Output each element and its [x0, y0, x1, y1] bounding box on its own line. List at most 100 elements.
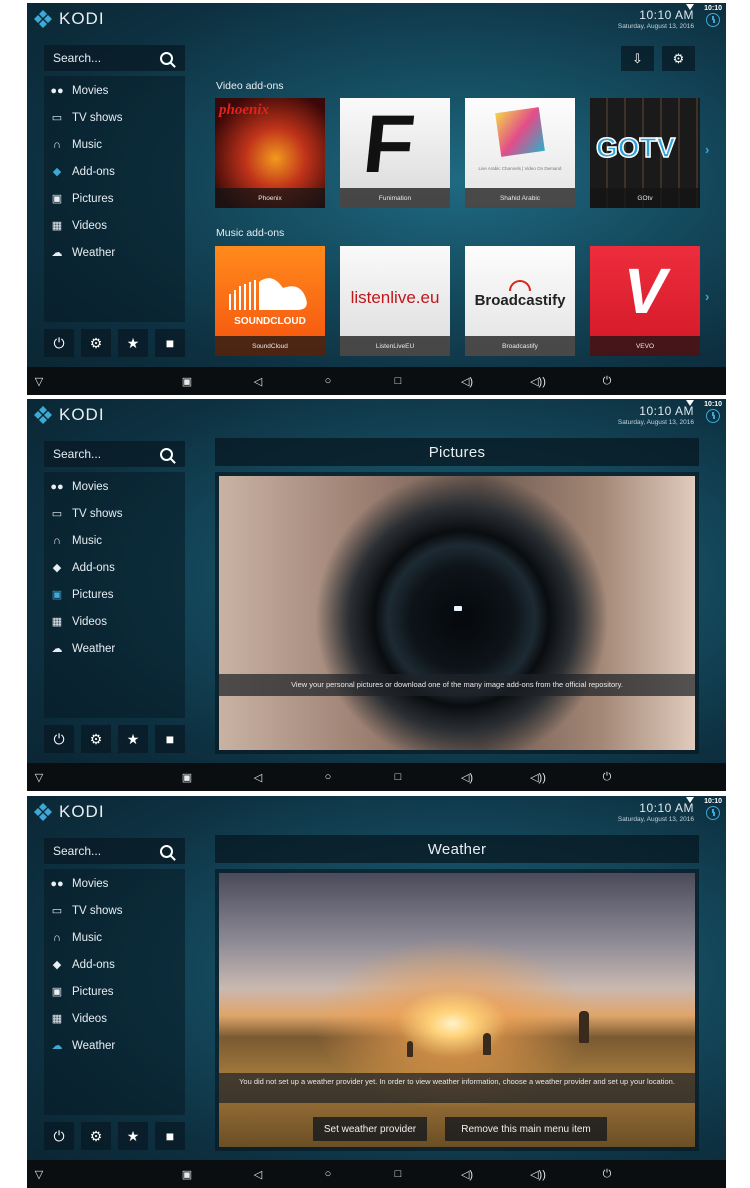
- search-box[interactable]: Search...: [44, 441, 185, 467]
- movies-icon: ●●: [50, 877, 64, 890]
- search-box[interactable]: Search...: [44, 838, 185, 864]
- power-nav-button[interactable]: ⏻: [599, 763, 615, 791]
- settings-button[interactable]: ⚙: [81, 329, 111, 357]
- favourites-button[interactable]: ★: [118, 725, 148, 753]
- page-title: Pictures: [215, 438, 699, 466]
- recents-button[interactable]: □: [390, 1160, 406, 1188]
- gear-icon: ⚙: [89, 1127, 103, 1144]
- lens-reflection: [454, 606, 462, 611]
- menu-item-tv-shows[interactable]: ▭ TV shows: [44, 500, 185, 527]
- volume-down-button[interactable]: ◁): [459, 1160, 475, 1188]
- favourites-button[interactable]: ★: [118, 329, 148, 357]
- addon-tile-funimation[interactable]: F Funimation: [340, 98, 450, 208]
- menu-item-weather[interactable]: ☁ Weather: [44, 1032, 185, 1059]
- listenlive-logo-text: listenlive.eu: [350, 288, 440, 307]
- chevron-right-icon[interactable]: ›: [705, 142, 709, 157]
- menu-item-movies[interactable]: ●● Movies: [44, 473, 185, 500]
- home-button[interactable]: ○: [320, 367, 336, 395]
- volume-up-button[interactable]: ◁)): [529, 763, 547, 791]
- menu-item-videos[interactable]: ▦ Videos: [44, 608, 185, 635]
- menu-item-tv-shows[interactable]: ▭ TV shows: [44, 104, 185, 131]
- settings-button[interactable]: ⚙: [81, 725, 111, 753]
- kodi-addons-screen: KODI 10:10 10:10 AM Saturday, August 13,…: [27, 3, 726, 395]
- menu-item-tv-shows[interactable]: ▭ TV shows: [44, 897, 185, 924]
- clock-icon: [706, 13, 720, 27]
- menu-item-label: Weather: [72, 246, 116, 259]
- menu-item-weather[interactable]: ☁ Weather: [44, 635, 185, 662]
- addon-tile-soundcloud[interactable]: SOUNDCLOUD SoundCloud: [215, 246, 325, 356]
- shahid-logo: [495, 107, 545, 157]
- set-weather-provider-button[interactable]: Set weather provider: [313, 1117, 427, 1141]
- menu-item-addons[interactable]: ◆ Add-ons: [44, 554, 185, 581]
- system-clock: 10:10: [704, 401, 722, 408]
- addon-caption: Broadcastify: [465, 336, 575, 356]
- back-button[interactable]: ◁: [250, 367, 266, 395]
- hide-nav-button[interactable]: ▽: [31, 763, 47, 791]
- back-button[interactable]: ◁: [250, 763, 266, 791]
- volume-down-icon: ◁): [460, 771, 474, 784]
- recents-button[interactable]: □: [390, 367, 406, 395]
- addons-settings-button[interactable]: ⚙: [662, 46, 695, 71]
- back-icon: ◁: [253, 1168, 263, 1181]
- recents-button[interactable]: □: [390, 763, 406, 791]
- hide-nav-button[interactable]: ▽: [31, 367, 47, 395]
- volume-up-button[interactable]: ◁)): [529, 367, 547, 395]
- kodi-logo: KODI: [33, 8, 105, 30]
- folder-icon: ■: [165, 335, 175, 351]
- remove-menu-item-button[interactable]: Remove this main menu item: [445, 1117, 607, 1141]
- back-button[interactable]: ◁: [250, 1160, 266, 1188]
- addon-tile-gotv[interactable]: GOTV GOtv: [590, 98, 700, 208]
- menu-item-music[interactable]: ∩ Music: [44, 924, 185, 951]
- menu-item-movies[interactable]: ●● Movies: [44, 77, 185, 104]
- screenshot-button[interactable]: ▣: [179, 1160, 195, 1188]
- star-icon: ★: [126, 334, 140, 351]
- menu-item-music[interactable]: ∩ Music: [44, 131, 185, 158]
- addon-tile-shahid[interactable]: Live Arabic Channels | Video On Demand S…: [465, 98, 575, 208]
- home-button[interactable]: ○: [320, 763, 336, 791]
- volume-down-button[interactable]: ◁): [459, 367, 475, 395]
- gear-icon: ⚙: [672, 50, 685, 66]
- phoenix-logo-text: phoenix: [219, 102, 270, 118]
- settings-button[interactable]: ⚙: [81, 1122, 111, 1150]
- power-nav-button[interactable]: ⏻: [599, 367, 615, 395]
- power-button[interactable]: ⏻: [44, 725, 74, 753]
- android-nav-bar: ▽ ▣ ◁ ○ □ ◁) ◁)) ⏻: [27, 763, 726, 791]
- addon-caption: VEVO: [590, 336, 700, 356]
- menu-item-pictures[interactable]: ▣ Pictures: [44, 978, 185, 1005]
- home-button[interactable]: ○: [320, 1160, 336, 1188]
- volume-up-button[interactable]: ◁)): [529, 1160, 547, 1188]
- volume-down-button[interactable]: ◁): [459, 763, 475, 791]
- menu-item-pictures[interactable]: ▣ Pictures: [44, 185, 185, 212]
- menu-item-pictures[interactable]: ▣ Pictures: [44, 581, 185, 608]
- menu-item-label: Add-ons: [72, 561, 115, 574]
- menu-item-addons[interactable]: ◆ Add-ons: [44, 951, 185, 978]
- addon-tile-broadcastify[interactable]: Broadcastify Broadcastify: [465, 246, 575, 356]
- triangle-down-icon: ▽: [34, 771, 44, 784]
- files-button[interactable]: ■: [155, 1122, 185, 1150]
- menu-item-weather[interactable]: ☁ Weather: [44, 239, 185, 266]
- favourites-button[interactable]: ★: [118, 1122, 148, 1150]
- addon-tile-vevo[interactable]: V VEVO: [590, 246, 700, 356]
- hide-nav-button[interactable]: ▽: [31, 1160, 47, 1188]
- addon-tile-listenlive[interactable]: listenlive.eu ListenLiveEU: [340, 246, 450, 356]
- search-box[interactable]: Search...: [44, 45, 185, 71]
- headphones-icon: ∩: [53, 931, 61, 944]
- power-button[interactable]: ⏻: [44, 329, 74, 357]
- power-button[interactable]: ⏻: [44, 1122, 74, 1150]
- screenshot-button[interactable]: ▣: [179, 367, 195, 395]
- menu-item-videos[interactable]: ▦ Videos: [44, 212, 185, 239]
- power-icon: ⏻: [53, 730, 65, 747]
- screenshot-button[interactable]: ▣: [179, 763, 195, 791]
- menu-item-addons[interactable]: ◆ Add-ons: [44, 158, 185, 185]
- files-button[interactable]: ■: [155, 329, 185, 357]
- files-button[interactable]: ■: [155, 725, 185, 753]
- menu-item-music[interactable]: ∩ Music: [44, 527, 185, 554]
- menu-item-movies[interactable]: ●● Movies: [44, 870, 185, 897]
- menu-item-videos[interactable]: ▦ Videos: [44, 1005, 185, 1032]
- power-nav-button[interactable]: ⏻: [599, 1160, 615, 1188]
- download-addons-button[interactable]: ⇩: [621, 46, 654, 71]
- addon-tile-phoenix[interactable]: phoenix Phoenix: [215, 98, 325, 208]
- search-label: Search...: [53, 447, 102, 461]
- chevron-right-icon[interactable]: ›: [705, 289, 709, 304]
- main-menu: ●● Movies ▭ TV shows ∩ Music ◆ Add-ons ▣ Pict…: [44, 472, 185, 718]
